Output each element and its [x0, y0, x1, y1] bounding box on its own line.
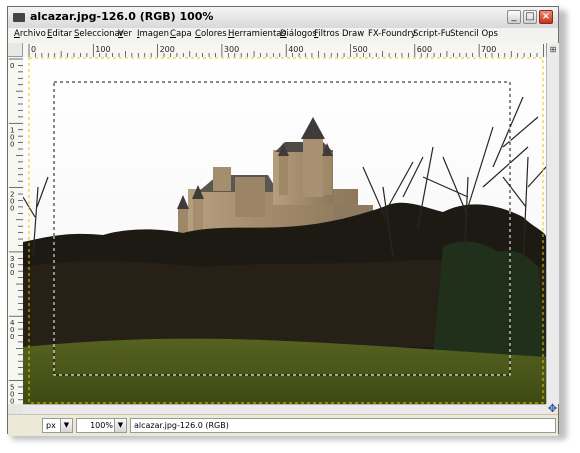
menu-item-12[interactable]: Script-Fu — [413, 29, 451, 39]
horizontal-scrollbar[interactable] — [23, 404, 546, 414]
menu-item-4[interactable]: Imagen — [137, 29, 169, 39]
ruler-corner-button[interactable] — [8, 43, 23, 57]
menu-item-7[interactable]: Herramientas — [228, 29, 286, 39]
green-bush — [433, 241, 546, 357]
menu-item-5[interactable]: Capa — [170, 29, 192, 39]
menu-bar: Archivo Editar Seleccionar Ver Imagen Capa Col… — [8, 28, 558, 43]
hruler-label: 200 — [160, 45, 175, 54]
app-icon — [13, 13, 25, 22]
hruler-label: 600 — [417, 45, 432, 54]
menu-item-10[interactable]: Draw — [342, 29, 364, 39]
menu-item-11[interactable]: FX-Foundry — [368, 29, 416, 39]
menu-item-0[interactable]: Archivo — [14, 29, 46, 39]
status-message: alcazar.jpg-126.0 (RGB) — [130, 418, 556, 433]
hruler-label: 400 — [288, 45, 303, 54]
unit-value: px — [46, 421, 56, 430]
vruler-label: 0 — [10, 269, 14, 277]
maximize-button[interactable]: □ — [523, 10, 537, 24]
menu-item-9[interactable]: Filtros — [314, 29, 339, 39]
vertical-ruler[interactable]: 0100200300400500 — [8, 57, 24, 404]
vruler-label: 0 — [10, 62, 14, 70]
image-canvas[interactable] — [23, 57, 546, 404]
zoom-to-fit-button[interactable]: ⊞ — [546, 43, 559, 57]
menu-item-8[interactable]: Diálogos — [280, 29, 317, 39]
menu-item-1[interactable]: Editar — [47, 29, 72, 39]
image-window: alcazar.jpg-126.0 (RGB) 100% _ □ × Archi… — [7, 6, 559, 436]
menu-item-6[interactable]: Colores — [195, 29, 227, 39]
hruler-label: 500 — [353, 45, 368, 54]
hruler-label: 100 — [95, 45, 110, 54]
menu-item-2[interactable]: Seleccionar — [74, 29, 123, 39]
zoom-value: 100% — [90, 421, 113, 430]
vruler-label: 0 — [10, 205, 14, 213]
zoom-selector[interactable]: 100% ▼ — [76, 418, 127, 433]
hruler-label: 0 — [31, 45, 36, 54]
window-title: alcazar.jpg-126.0 (RGB) 100% — [30, 10, 214, 23]
horizontal-ruler[interactable]: 0 100 200 300 400 500 600 700 — [23, 43, 546, 58]
title-bar[interactable]: alcazar.jpg-126.0 (RGB) 100% _ □ × — [8, 7, 558, 29]
menu-item-13[interactable]: Stencil Ops — [450, 29, 498, 39]
status-bar: px ▼ 100% ▼ alcazar.jpg-126.0 (RGB) — [8, 414, 558, 436]
menu-item-3[interactable]: Ver — [118, 29, 132, 39]
vruler-label: 0 — [10, 333, 14, 341]
hruler-label: 300 — [224, 45, 239, 54]
chevron-down-icon[interactable]: ▼ — [114, 419, 126, 432]
navigate-icon[interactable]: ✥ — [546, 403, 559, 414]
chevron-down-icon[interactable]: ▼ — [60, 419, 72, 432]
vertical-scrollbar[interactable] — [546, 57, 559, 404]
quickmask-toggle[interactable] — [8, 404, 23, 414]
minimize-button[interactable]: _ — [507, 10, 521, 24]
close-button[interactable]: × — [539, 10, 553, 24]
vruler-label: 0 — [10, 140, 14, 148]
hruler-label: 700 — [481, 45, 496, 54]
unit-selector[interactable]: px ▼ — [42, 418, 73, 433]
